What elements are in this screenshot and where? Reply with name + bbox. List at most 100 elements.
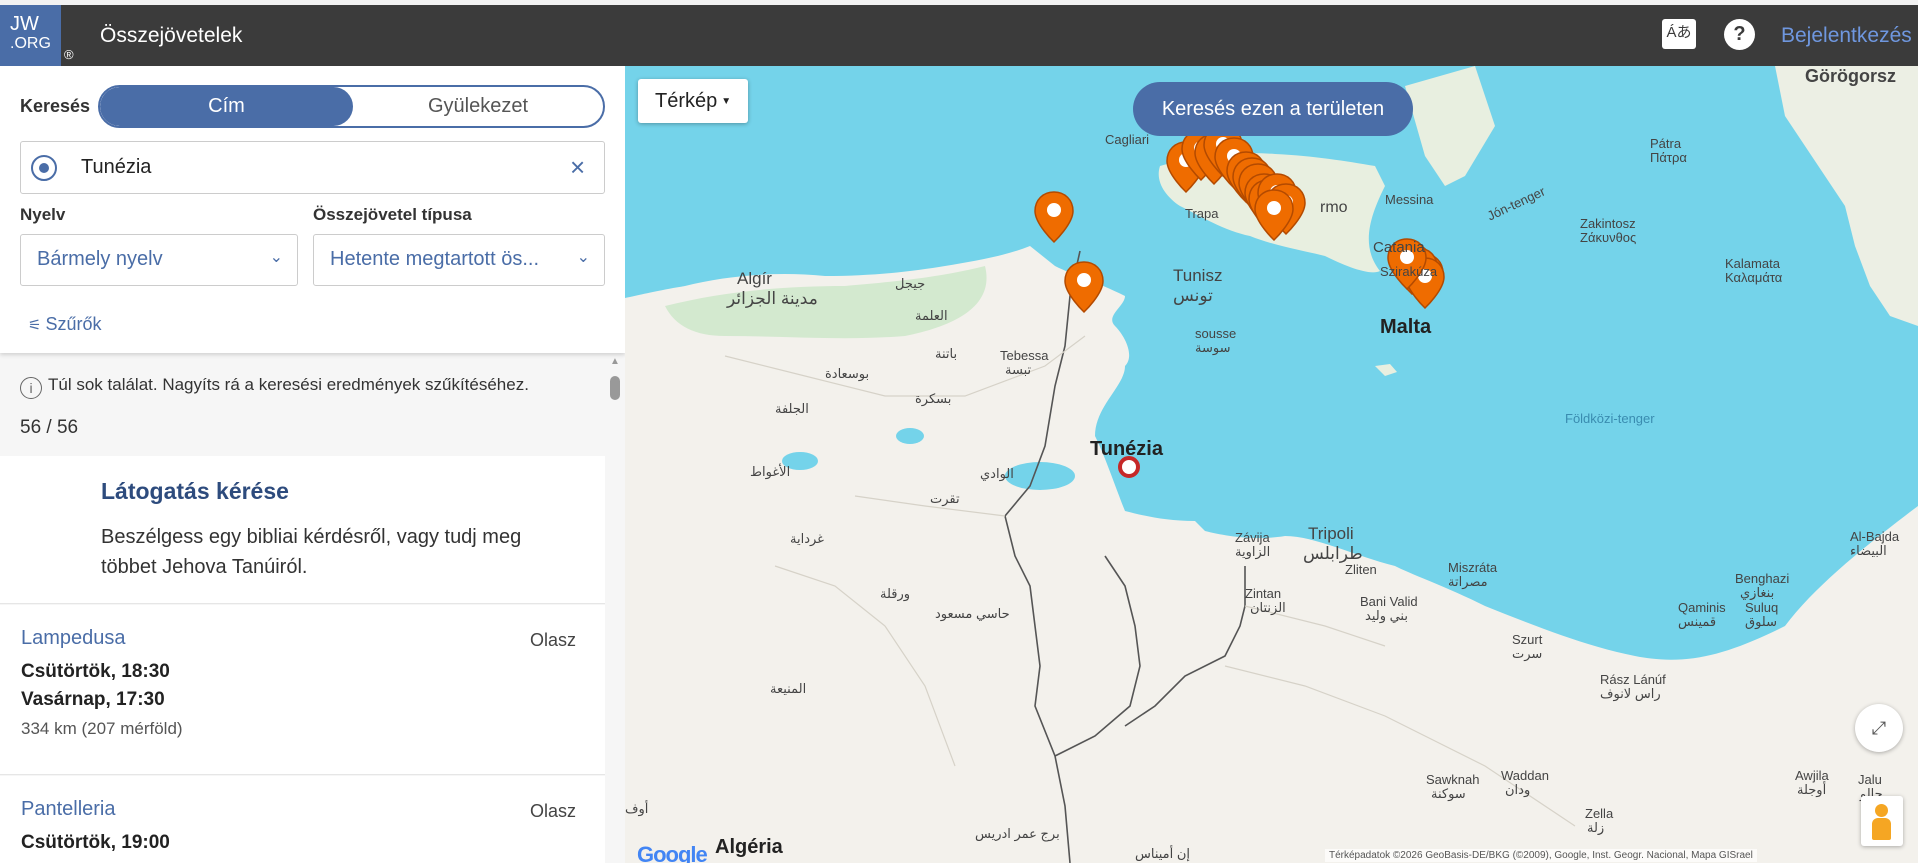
map-label-tripoli-ar: طرابلس	[1303, 544, 1363, 563]
map-label-misrata: Miszráta	[1448, 560, 1498, 575]
visit-request-description: Beszélgess egy bibliai kérdésről, vagy t…	[101, 526, 522, 578]
map-label-biskra-ar: بسكرة	[915, 391, 952, 406]
map-label-tripoli: Tripoli	[1308, 524, 1354, 543]
map-label-jalu: Jalu	[1858, 772, 1882, 787]
map-label-tunis-ar: تونس	[1173, 286, 1213, 305]
map-label-bordj-ar: برج عمر ادريس	[975, 826, 1060, 841]
meeting-card[interactable]: Lampedusa Olasz Csütörtök, 18:30 Vasárna…	[0, 605, 605, 775]
map-label-trapani: Trapa	[1185, 206, 1219, 221]
map-label-sousse-ar: سوسة	[1195, 340, 1231, 355]
map-label-kalamata: Kalamata	[1725, 256, 1780, 271]
meeting-time: Csütörtök, 19:00	[21, 832, 170, 853]
map-label-ghardaia-ar: غرداية	[790, 531, 824, 546]
map-label-misrata-ar: مصراتة	[1448, 574, 1488, 589]
map-label-zakynthos-gr: Ζάκυνθος	[1580, 230, 1637, 245]
meeting-type-label: Összejövetel típusa	[313, 205, 472, 224]
meeting-name[interactable]: Lampedusa	[21, 627, 126, 650]
search-mode-toggle: Cím Gyülekezet	[98, 85, 605, 128]
map-label-bousaada-ar: بوسعادة	[825, 366, 870, 381]
map-label-bani-walid-ar: بني وليد	[1365, 608, 1408, 623]
map-type-button[interactable]: Térkép ▼	[638, 79, 748, 123]
location-search-input[interactable]: Tunézia ×	[20, 141, 605, 194]
map-label-bani-walid: Bani Valid	[1360, 594, 1418, 609]
map-label-ras-lanuf-ar: راس لانوف	[1600, 686, 1661, 701]
map-label-zakynthos: Zakintosz	[1580, 216, 1636, 231]
chott-lake	[1005, 462, 1075, 490]
fullscreen-icon[interactable]: ⤢	[1855, 704, 1903, 752]
help-icon[interactable]: ?	[1724, 19, 1755, 50]
caret-down-icon: ▼	[721, 96, 732, 107]
map-label-siracusa: Szirakúza	[1380, 264, 1438, 279]
visit-request-card[interactable]: Látogatás kérése Beszélgess egy bibliai …	[0, 456, 605, 604]
results-scrollbar[interactable]: ▲	[607, 356, 623, 863]
visit-request-title[interactable]: Látogatás kérése	[101, 478, 289, 505]
meeting-card[interactable]: Pantelleria Olasz Csütörtök, 19:00	[0, 776, 605, 863]
chevron-down-icon: ⌄	[269, 249, 283, 266]
map-label-zella-ar: زلة	[1587, 820, 1605, 835]
map-label-menia-ar: المنيعة	[770, 681, 807, 696]
search-value[interactable]: Tunézia	[81, 156, 151, 179]
meeting-type-select[interactable]: Hetente megtartott ös... ⌄	[313, 234, 605, 286]
jw-logo[interactable]: JW .ORG ®	[0, 5, 74, 66]
map-label-algeria: Algéria	[715, 836, 783, 858]
meeting-pin-icon[interactable]	[1253, 188, 1295, 242]
login-link[interactable]: Bejelentkezés	[1781, 24, 1912, 48]
location-target-icon[interactable]	[31, 155, 57, 181]
map-type-label: Térkép	[655, 90, 718, 112]
map-label-sawknah: Sawknah	[1426, 772, 1480, 787]
map-label-waddan-ar: ودان	[1505, 782, 1531, 797]
meeting-name[interactable]: Pantelleria	[21, 798, 116, 821]
map-label-qaminis-ar: قمينس	[1678, 614, 1717, 629]
map-label-zella: Zella	[1585, 806, 1614, 821]
language-icon[interactable]: Áあ	[1662, 19, 1696, 49]
google-logo: Google	[637, 842, 708, 863]
map-label-zawiya-ar: الزاوية	[1235, 544, 1271, 559]
map-label-batna-ar: باتنة	[935, 346, 958, 361]
language-select[interactable]: Bármely nyelv ⌄	[20, 234, 298, 286]
map-label-tebessa: Tebessa	[1000, 348, 1049, 363]
map-label-laghouat-ar: الأغواط	[750, 464, 791, 479]
map-label-awjila: Awjila	[1795, 768, 1829, 783]
map-label-benghazi: Benghazi	[1735, 571, 1790, 586]
filter-icon: ⚟	[28, 317, 42, 334]
map-label-tebessa-ar: تبسة	[1005, 362, 1032, 377]
map-label-al-bayda: Al-Bajda	[1850, 529, 1900, 544]
map-label-sousse: sousse	[1195, 326, 1237, 341]
map-label-qaminis: Qaminis	[1678, 600, 1726, 615]
search-filters: Keresés Cím Gyülekezet Tunézia × Nyelv Ö…	[0, 66, 625, 353]
result-count: 56 / 56	[20, 417, 79, 438]
app-title[interactable]: Összejövetelek	[100, 24, 242, 48]
top-bar: JW .ORG ® Összejövetelek Áあ ? Bejelentke…	[0, 0, 1918, 66]
map-label-al-bayda-ar: البيضاء	[1850, 543, 1887, 558]
meeting-language: Olasz	[530, 801, 577, 821]
map-label-palermo: rmo	[1320, 199, 1348, 216]
map-label-ouargla-ar: ورقلة	[880, 586, 911, 601]
logo-line-1: JW	[10, 13, 39, 35]
mode-title-button[interactable]: Cím	[100, 87, 353, 126]
map-label-ras-lanuf: Rász Lánúf	[1600, 672, 1666, 687]
meeting-pin-icon[interactable]	[1033, 190, 1075, 244]
clear-icon[interactable]: ×	[570, 152, 585, 183]
map-label-algiers-ar: مدينة الجزائر	[727, 289, 818, 308]
search-this-area-button[interactable]: Keresés ezen a területen	[1133, 82, 1413, 136]
map-view[interactable]: Trapa rmo Messina Catania Szirakúza Jón-…	[625, 66, 1918, 863]
map-label-eulma-ar: العلمة	[915, 308, 948, 323]
info-text: Túl sok találat. Nagyíts rá a keresési e…	[48, 375, 529, 394]
map-label-touggourt-ar: تقرت	[930, 491, 960, 506]
pegman-icon[interactable]	[1861, 796, 1903, 846]
scroll-up-icon[interactable]: ▲	[610, 356, 620, 367]
map-label-hassi-ar: حاسي مسعود	[935, 606, 1010, 621]
map-attribution[interactable]: Térképadatok ©2026 GeoBasis-DE/BKG (©200…	[1325, 849, 1757, 862]
map-label-algiers: Algír	[737, 269, 772, 288]
filters-button[interactable]: ⚟ Szűrők	[28, 314, 101, 335]
registered-mark: ®	[64, 47, 74, 62]
left-panel: Keresés Cím Gyülekezet Tunézia × Nyelv Ö…	[0, 66, 625, 863]
map-label-kalamata-gr: Καλαμάτα	[1725, 270, 1783, 285]
scroll-thumb[interactable]	[610, 376, 620, 400]
map-label-malta: Malta	[1380, 316, 1432, 338]
map-label-mediterranean: Földközi-tenger	[1565, 411, 1655, 426]
mode-congregation-button[interactable]: Gyülekezet	[353, 87, 603, 126]
map-label-partial: أوف	[625, 801, 649, 816]
meeting-pin-icon[interactable]	[1063, 260, 1105, 314]
map-label-zliten: Zliten	[1345, 562, 1377, 577]
